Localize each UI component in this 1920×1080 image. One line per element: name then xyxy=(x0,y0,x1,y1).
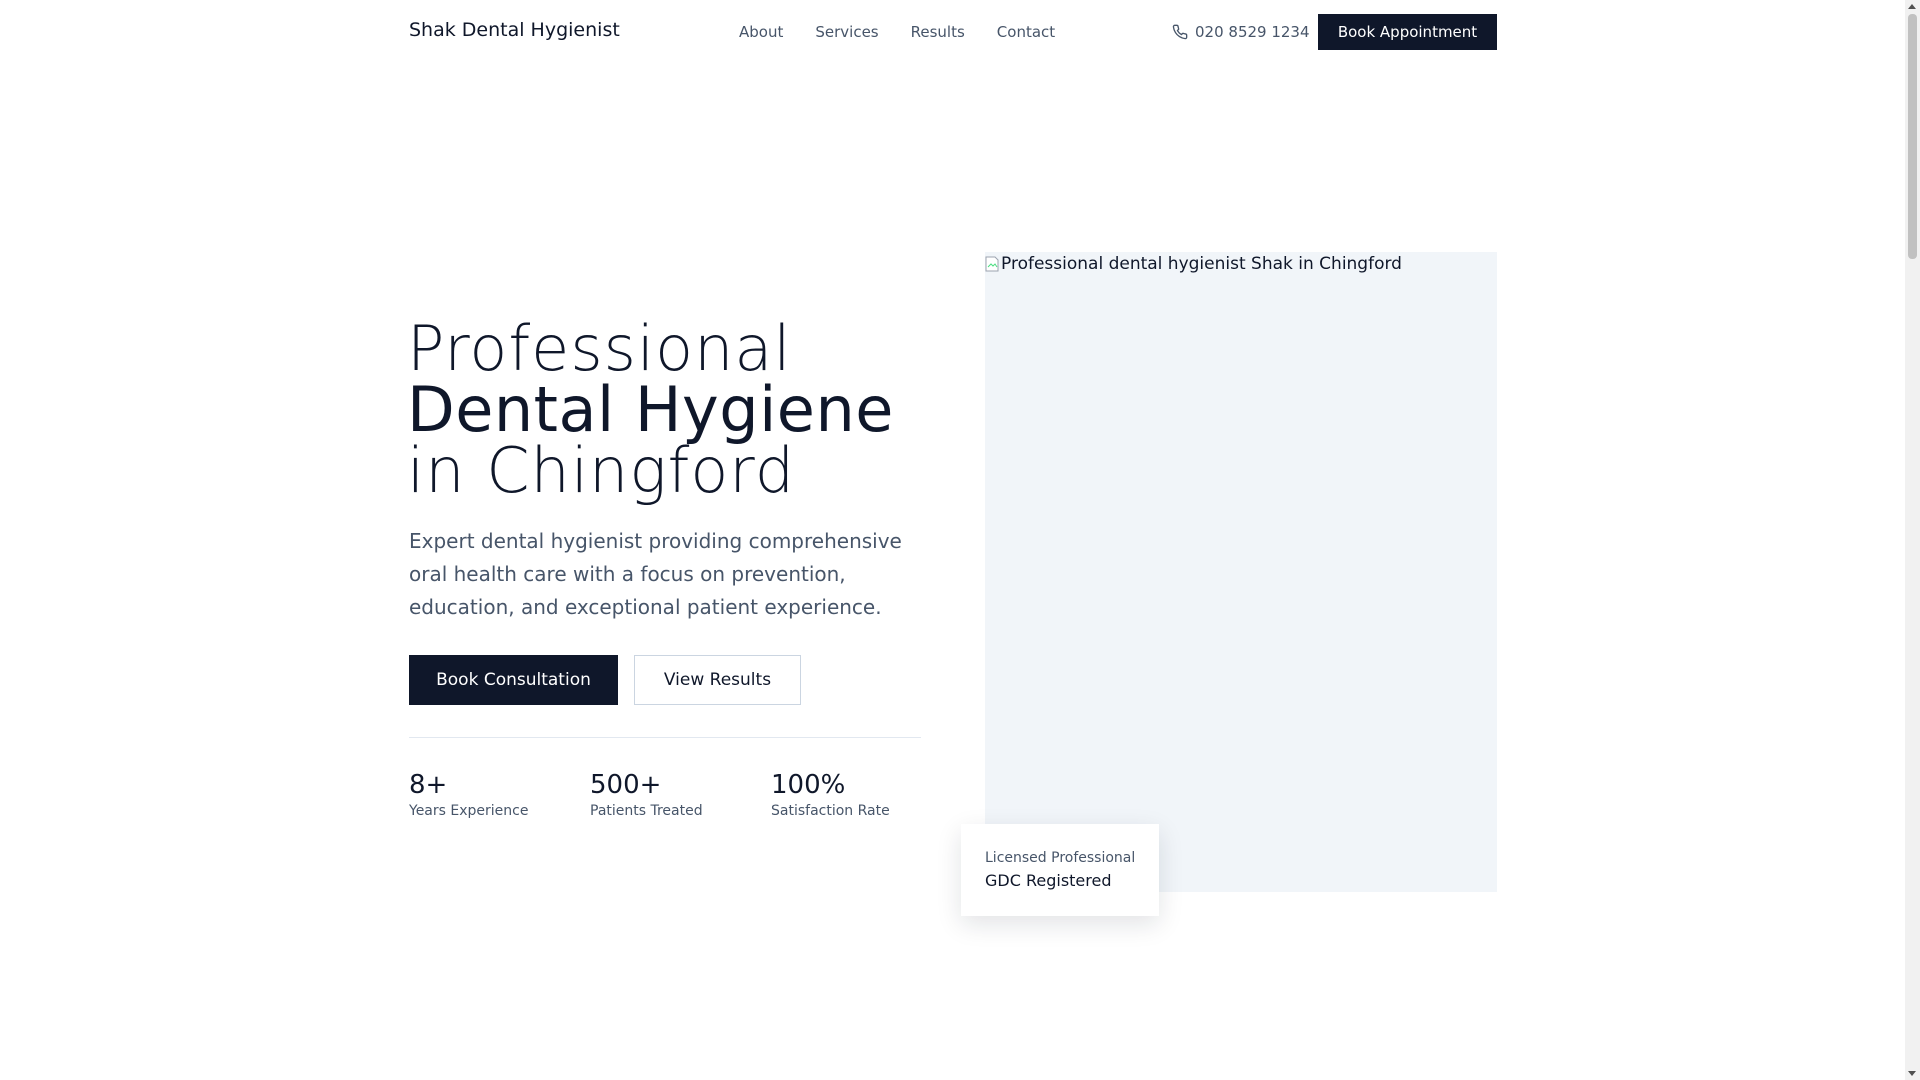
stat-label: Satisfaction Rate xyxy=(771,803,890,819)
hero-image-alt: Professional dental hygienist Shak in Ch… xyxy=(985,254,1402,274)
badge-subtitle: Licensed Professional xyxy=(985,850,1136,866)
badge-title: GDC Registered xyxy=(985,871,1112,890)
hero-title-line-2: Dental Hygiene xyxy=(407,373,894,446)
nav-link-results[interactable]: Results xyxy=(911,23,965,41)
hero-title: Professional Dental Hygiene in Chingford xyxy=(407,312,894,507)
phone-number: 020 8529 1234 xyxy=(1195,23,1310,41)
main-nav: About Services Results Contact xyxy=(739,23,1055,41)
hero-description: Expert dental hygienist providing compre… xyxy=(409,529,902,619)
nav-link-contact[interactable]: Contact xyxy=(997,23,1055,41)
nav-link-about[interactable]: About xyxy=(739,23,783,41)
hero-image-alt-text: Professional dental hygienist Shak in Ch… xyxy=(1001,254,1402,274)
stat-label: Years Experience xyxy=(409,803,529,819)
broken-image-icon xyxy=(985,256,999,272)
stat-value: 100% xyxy=(771,770,846,800)
stat-label: Patients Treated xyxy=(590,803,703,819)
book-appointment-button[interactable]: Book Appointment xyxy=(1318,14,1497,50)
book-consultation-button[interactable]: Book Consultation xyxy=(409,655,618,705)
stat-value: 8+ xyxy=(409,770,448,800)
view-results-button[interactable]: View Results xyxy=(634,655,801,705)
brand-logo-text[interactable]: Shak Dental Hygienist xyxy=(409,19,620,41)
stat-patients-treated: 500+ Patients Treated xyxy=(590,769,703,819)
nav-link-services[interactable]: Services xyxy=(815,23,878,41)
gdc-badge-card: Licensed Professional GDC Registered xyxy=(961,824,1159,916)
scroll-down-arrow-icon[interactable] xyxy=(1908,1071,1916,1076)
stat-satisfaction-rate: 100% Satisfaction Rate xyxy=(771,769,890,819)
hero-title-line-3: in Chingford xyxy=(407,434,796,507)
stat-years-experience: 8+ Years Experience xyxy=(409,769,528,819)
hero-image: Professional dental hygienist Shak in Ch… xyxy=(985,252,1497,892)
vertical-scrollbar[interactable] xyxy=(1905,0,1920,1080)
phone-link[interactable]: 020 8529 1234 xyxy=(1172,23,1310,41)
hero-title-line-1: Professional xyxy=(407,312,792,385)
scroll-up-arrow-icon[interactable] xyxy=(1908,4,1916,9)
stats-divider xyxy=(409,737,921,738)
stat-value: 500+ xyxy=(590,770,662,800)
page: Shak Dental Hygienist About Services Res… xyxy=(0,0,1905,1080)
scrollbar-thumb[interactable] xyxy=(1908,14,1917,259)
phone-icon xyxy=(1172,24,1188,40)
